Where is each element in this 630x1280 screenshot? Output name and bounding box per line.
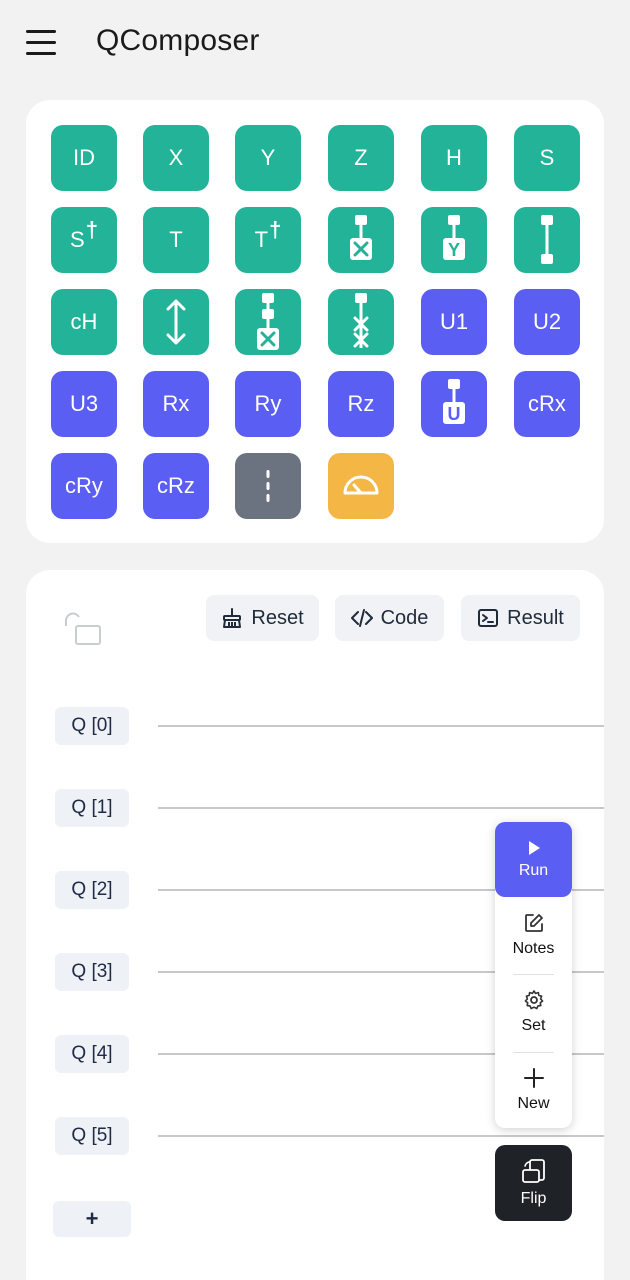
settings-button[interactable]: Set	[495, 989, 572, 1035]
qubit-label-1[interactable]: Q [1]	[55, 789, 129, 827]
gate-barrier[interactable]	[235, 453, 301, 519]
qubit-wire-5[interactable]	[158, 1135, 604, 1137]
notes-button[interactable]: Notes	[495, 912, 572, 958]
flip-label: Flip	[520, 1190, 547, 1207]
edit-note-icon	[524, 914, 543, 932]
cy-gate-icon: Y	[443, 215, 465, 260]
qubit-label-3[interactable]: Q [3]	[55, 953, 129, 991]
app-header: QComposer	[0, 0, 630, 90]
cswap-gate-icon	[353, 293, 369, 348]
gate-u2[interactable]: U2	[514, 289, 580, 355]
gate-rz[interactable]: Rz	[328, 371, 394, 437]
gate-ry[interactable]: Ry	[235, 371, 301, 437]
cu-gate-icon: U	[443, 379, 465, 424]
app-title: QComposer	[96, 24, 260, 57]
gate-cy[interactable]: Y	[421, 207, 487, 273]
svg-text:Y: Y	[448, 240, 460, 260]
code-label: Code	[380, 606, 429, 629]
hamburger-menu-icon[interactable]	[24, 28, 58, 58]
plus-icon	[523, 1068, 544, 1088]
action-panel: Run Notes Set New	[495, 822, 572, 1128]
gate-cz[interactable]	[514, 207, 580, 273]
gate-cswap[interactable]	[328, 289, 394, 355]
gate-s-dagger[interactable]: S †	[51, 207, 117, 273]
gate-cx[interactable]	[328, 207, 394, 273]
qubit-label-2[interactable]: Q [2]	[55, 871, 129, 909]
gate-id[interactable]: ID	[51, 125, 117, 191]
result-label: Result	[507, 606, 564, 629]
gate-t-dagger[interactable]: T †	[235, 207, 301, 273]
cx-gate-icon	[350, 215, 372, 260]
code-icon	[350, 609, 373, 627]
divider	[513, 974, 554, 975]
gate-crx[interactable]: cRx	[514, 371, 580, 437]
qubit-label-4[interactable]: Q [4]	[55, 1035, 129, 1073]
new-label: New	[517, 1095, 550, 1112]
play-icon	[528, 840, 540, 855]
gate-cu[interactable]: U	[421, 371, 487, 437]
ccx-gate-icon	[257, 293, 279, 350]
qubit-label-0[interactable]: Q [0]	[55, 707, 129, 745]
gate-cry[interactable]: cRy	[51, 453, 117, 519]
run-label: Run	[518, 861, 549, 879]
run-button[interactable]: Run	[495, 822, 572, 897]
broom-icon	[223, 608, 242, 628]
result-button[interactable]: Result	[461, 595, 580, 641]
add-qubit-button[interactable]: +	[53, 1201, 131, 1237]
svg-text:U: U	[448, 404, 461, 424]
gate-y[interactable]: Y	[235, 125, 301, 191]
gate-s[interactable]: S	[514, 125, 580, 191]
gate-t[interactable]: T	[143, 207, 209, 273]
swap-gate-icon	[166, 299, 186, 345]
gate-u3[interactable]: U3	[51, 371, 117, 437]
gate-h[interactable]: H	[421, 125, 487, 191]
new-button[interactable]: New	[495, 1067, 572, 1113]
gate-measure[interactable]	[328, 453, 394, 519]
set-label: Set	[521, 1017, 546, 1034]
unlock-icon[interactable]	[62, 610, 104, 646]
qubit-label-5[interactable]: Q [5]	[55, 1117, 129, 1155]
flip-button[interactable]: Flip	[495, 1145, 572, 1221]
gate-crz[interactable]: cRz	[143, 453, 209, 519]
rotate-device-icon	[521, 1159, 545, 1183]
qubit-wire-1[interactable]	[158, 807, 604, 809]
terminal-icon	[478, 609, 499, 627]
cz-gate-icon	[541, 215, 553, 264]
barrier-icon	[266, 470, 270, 502]
gate-ccx[interactable]	[235, 289, 301, 355]
reset-button[interactable]: Reset	[206, 595, 319, 641]
gate-x[interactable]: X	[143, 125, 209, 191]
gate-u1[interactable]: U1	[421, 289, 487, 355]
gate-z[interactable]: Z	[328, 125, 394, 191]
reset-label: Reset	[251, 606, 304, 629]
gate-rx[interactable]: Rx	[143, 371, 209, 437]
code-button[interactable]: Code	[335, 595, 444, 641]
gear-icon	[524, 990, 543, 1010]
notes-label: Notes	[512, 940, 555, 957]
gate-swap[interactable]	[143, 289, 209, 355]
divider	[513, 1052, 554, 1053]
qubit-wire-0[interactable]	[158, 725, 604, 727]
gate-palette: ID X Y Z H S S † T T † Y cH U1 U2 U3 Rx …	[26, 100, 604, 543]
measure-gauge-icon	[343, 475, 379, 495]
gate-ch[interactable]: cH	[51, 289, 117, 355]
